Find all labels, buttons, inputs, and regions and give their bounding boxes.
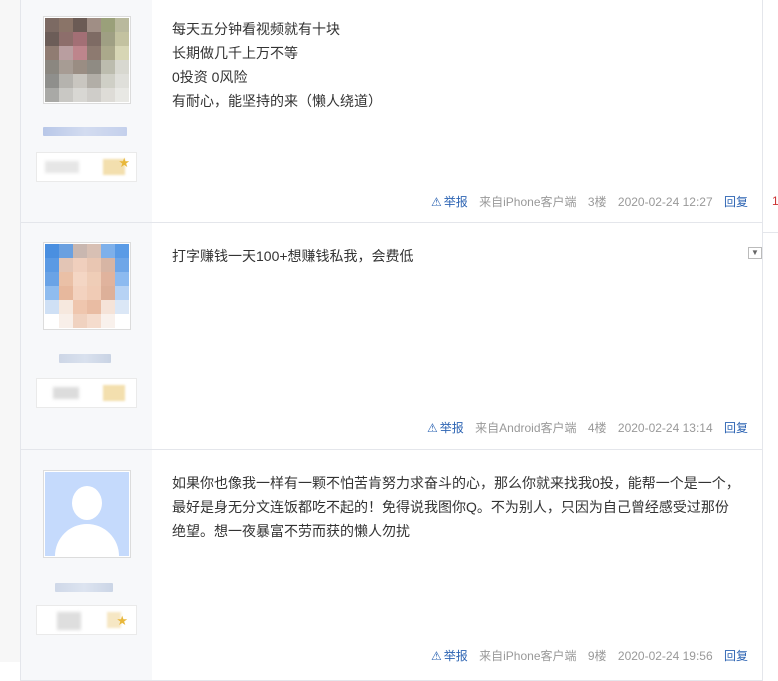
content-line: 长期做几千上万不等 bbox=[172, 45, 298, 61]
post-floor-4: 打字赚钱一天100+想赚钱私我，会费低 ▼ ⚠ 举报 来自Android客户端 4… bbox=[20, 223, 763, 450]
level-badge[interactable]: ★ bbox=[36, 605, 137, 635]
floor-number: 9楼 bbox=[587, 649, 607, 663]
post-time: 2020-02-24 12:27 bbox=[617, 195, 713, 209]
left-margin bbox=[0, 0, 20, 662]
avatar[interactable] bbox=[43, 470, 131, 558]
username[interactable] bbox=[43, 127, 127, 136]
content-line: 每天五分钟看视频就有十块 bbox=[172, 21, 340, 37]
client-source: 来自iPhone客户端 bbox=[479, 649, 577, 663]
content-line: 如果你也像我一样有一颗不怕苦肯努力求奋斗的心，那么你就来找我0投，能帮一个是一个… bbox=[172, 475, 740, 491]
floor-number: 3楼 bbox=[587, 195, 607, 209]
content-line: 绝望。想一夜暴富不劳而获的懒人勿扰 bbox=[172, 523, 410, 539]
client-source: 来自iPhone客户端 bbox=[479, 195, 577, 209]
side-marker: 1 bbox=[772, 194, 778, 208]
level-badge[interactable]: ★ bbox=[36, 152, 137, 182]
reply-link[interactable]: 回复 bbox=[724, 195, 748, 209]
username[interactable] bbox=[59, 354, 111, 363]
avatar[interactable] bbox=[43, 242, 131, 330]
report-link[interactable]: ⚠ 举报 bbox=[423, 195, 468, 209]
author-column: ★ bbox=[21, 0, 152, 222]
report-link[interactable]: ⚠ 举报 bbox=[423, 649, 468, 663]
post-content: 如果你也像我一样有一颗不怕苦肯努力求奋斗的心，那么你就来找我0投，能帮一个是一个… bbox=[172, 471, 752, 543]
post-floor-3: ★ 每天五分钟看视频就有十块 长期做几千上万不等 0投资 0风险 有耐心，能坚持… bbox=[20, 0, 763, 223]
post-content: 每天五分钟看视频就有十块 长期做几千上万不等 0投资 0风险 有耐心，能坚持的来… bbox=[172, 17, 752, 113]
report-link[interactable]: ⚠ 举报 bbox=[419, 421, 464, 435]
post-tail: ⚠ 举报 来自iPhone客户端 3楼 2020-02-24 12:27 回复 bbox=[423, 193, 748, 210]
floor-number: 4楼 bbox=[587, 421, 607, 435]
post-time: 2020-02-24 13:14 bbox=[617, 421, 713, 435]
author-column bbox=[21, 223, 152, 449]
reply-link[interactable]: 回复 bbox=[724, 649, 748, 663]
warning-icon: ⚠ bbox=[431, 195, 442, 209]
content-line: 有耐心，能坚持的来（懒人绕道） bbox=[172, 93, 382, 109]
author-column: ★ bbox=[21, 450, 152, 680]
content-line: 打字赚钱一天100+想赚钱私我，会费低 bbox=[172, 248, 414, 264]
post-floor-9: ★ 如果你也像我一样有一颗不怕苦肯努力求奋斗的心，那么你就来找我0投，能帮一个是… bbox=[20, 450, 763, 681]
post-time: 2020-02-24 19:56 bbox=[617, 649, 713, 663]
content-line: 0投资 0风险 bbox=[172, 69, 248, 85]
client-source: 来自Android客户端 bbox=[475, 421, 577, 435]
warning-icon: ⚠ bbox=[427, 421, 438, 435]
post-tail: ⚠ 举报 来自Android客户端 4楼 2020-02-24 13:14 回复 bbox=[419, 419, 748, 436]
username[interactable] bbox=[55, 583, 113, 592]
content-line: 最好是身无分文连饭都吃不起的！免得说我图你Q。不为别人，只因为自己曾经感受过那份 bbox=[172, 499, 729, 515]
default-avatar-icon bbox=[45, 472, 129, 556]
post-tail: ⚠ 举报 来自iPhone客户端 9楼 2020-02-24 19:56 回复 bbox=[423, 647, 748, 664]
star-icon: ★ bbox=[118, 155, 130, 170]
avatar[interactable] bbox=[43, 16, 131, 104]
star-icon: ★ bbox=[116, 613, 128, 628]
reply-link[interactable]: 回复 bbox=[724, 421, 748, 435]
post-menu-toggle[interactable]: ▼ bbox=[748, 247, 762, 259]
post-content: 打字赚钱一天100+想赚钱私我，会费低 bbox=[172, 244, 752, 268]
side-divider bbox=[762, 232, 778, 233]
warning-icon: ⚠ bbox=[431, 649, 442, 663]
level-badge[interactable] bbox=[36, 378, 137, 408]
